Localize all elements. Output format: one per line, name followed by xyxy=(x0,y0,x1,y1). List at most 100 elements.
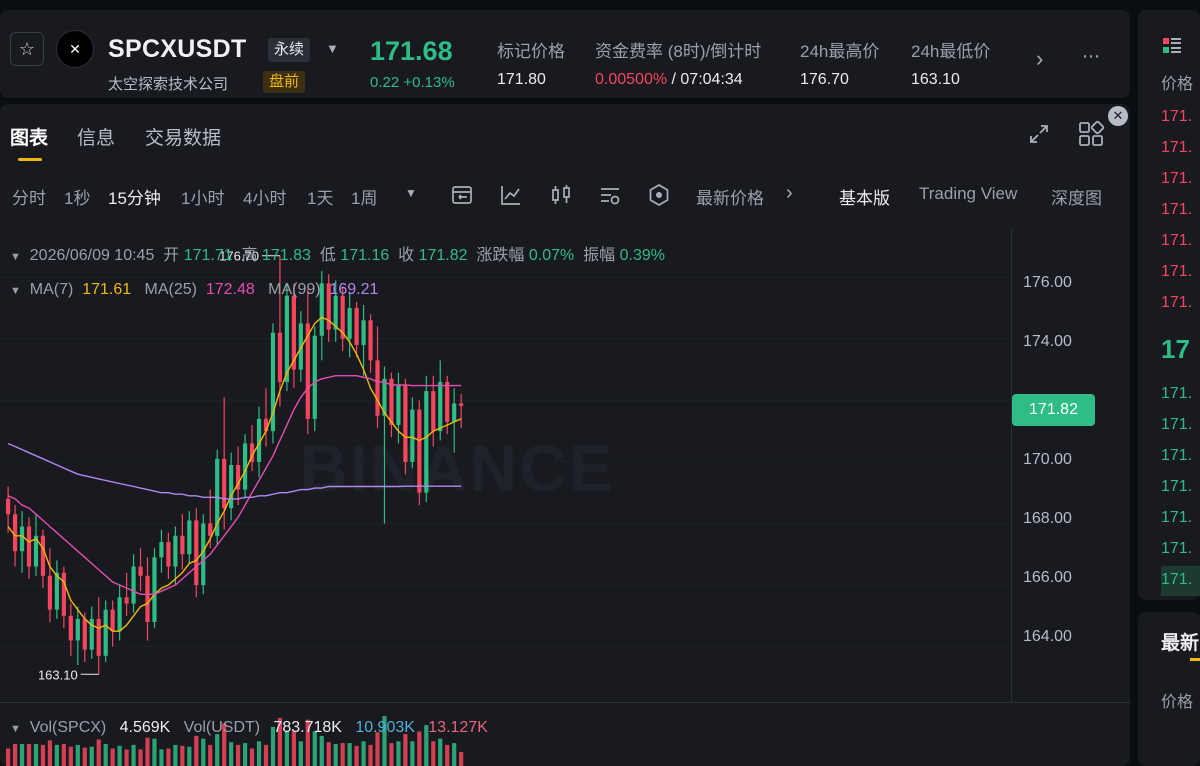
orderbook-ask-price[interactable]: 171. xyxy=(1161,108,1192,126)
candle[interactable] xyxy=(131,554,136,613)
ohlc-collapse-chevron-icon[interactable]: ▼ xyxy=(10,251,21,263)
candlestick-icon[interactable] xyxy=(549,183,573,207)
orderbook-view-icon[interactable] xyxy=(1162,36,1182,56)
candle[interactable] xyxy=(47,548,53,622)
candle[interactable] xyxy=(459,394,464,429)
indicator-settings-icon[interactable] xyxy=(450,183,474,207)
more-options-icon[interactable]: ⋯ xyxy=(1082,46,1101,67)
orderbook-bid-price[interactable]: 171. xyxy=(1161,385,1192,403)
mode-tradingview[interactable]: Trading View xyxy=(919,184,1017,204)
candle[interactable] xyxy=(89,606,94,659)
candle[interactable] xyxy=(124,572,129,616)
interval-4h[interactable]: 4小时 xyxy=(243,184,286,209)
interval-1d[interactable]: 1天 xyxy=(307,184,333,209)
draw-tools-icon[interactable] xyxy=(598,183,622,207)
symbol-dropdown-chevron-down-icon[interactable]: ▼ xyxy=(326,41,339,56)
candle[interactable] xyxy=(354,301,359,358)
interval-1w[interactable]: 1周 xyxy=(351,184,377,209)
recent-trades-tab[interactable]: 最新 xyxy=(1161,628,1199,655)
expand-icon[interactable] xyxy=(1027,122,1051,146)
candle[interactable] xyxy=(375,326,380,429)
orderbook-bid-price[interactable]: 171. xyxy=(1161,509,1192,527)
candle[interactable] xyxy=(270,323,276,444)
candle[interactable] xyxy=(110,600,115,647)
candle[interactable] xyxy=(368,314,373,373)
candle[interactable] xyxy=(180,514,185,570)
candle[interactable] xyxy=(291,283,296,389)
orderbook-bid-price[interactable]: 171. xyxy=(1161,447,1192,465)
candle[interactable] xyxy=(312,326,317,432)
tab-chart[interactable]: 图表 xyxy=(10,123,48,150)
price-type-selector[interactable]: 最新价格 xyxy=(696,184,764,209)
orderbook-bid-price[interactable]: 171. xyxy=(1161,416,1192,434)
candle[interactable] xyxy=(166,532,171,579)
candle[interactable] xyxy=(194,508,199,598)
chart-settings-hexagon-icon[interactable] xyxy=(647,183,671,207)
low-24h-label: 24h最低价 xyxy=(911,42,991,61)
funding-rate-label[interactable]: 资金费率 (8时)/倒计时 xyxy=(595,37,761,62)
interval-15m[interactable]: 15分钟 xyxy=(108,184,161,209)
candle[interactable] xyxy=(263,388,269,447)
candle[interactable] xyxy=(96,597,101,675)
ma-collapse-chevron-icon[interactable]: ▼ xyxy=(10,285,21,297)
orderbook-ask-price[interactable]: 171. xyxy=(1161,263,1192,281)
candle[interactable] xyxy=(68,603,73,656)
interval-1s[interactable]: 1秒 xyxy=(64,184,90,209)
orderbook-bid-price[interactable]: 171. xyxy=(1161,478,1192,496)
orderbook-ask-price[interactable]: 171. xyxy=(1161,232,1192,250)
candle[interactable] xyxy=(173,526,178,586)
candle[interactable] xyxy=(403,378,408,475)
interval-more-chevron-down-icon[interactable]: ▼ xyxy=(405,186,417,200)
orderbook-ask-price[interactable]: 171. xyxy=(1161,139,1192,157)
interval-1h[interactable]: 1小时 xyxy=(181,184,224,209)
candle[interactable] xyxy=(382,366,387,524)
candle[interactable] xyxy=(187,511,192,564)
candle[interactable] xyxy=(347,292,352,358)
contract-type-badge: 永续 xyxy=(268,38,311,62)
candlestick-chart[interactable]: 176.70163.10 xyxy=(0,228,1011,702)
symbol-name[interactable]: SPCXUSDT xyxy=(108,35,247,64)
candle[interactable] xyxy=(152,548,157,629)
tab-info[interactable]: 信息 xyxy=(77,123,115,150)
candle[interactable] xyxy=(75,606,80,666)
scroll-right-chevron-icon[interactable]: › xyxy=(1036,46,1043,72)
volume-bar xyxy=(138,749,143,766)
line-chart-icon[interactable] xyxy=(499,183,523,207)
candle[interactable] xyxy=(389,372,394,438)
candle[interactable] xyxy=(229,452,234,521)
candle[interactable] xyxy=(410,397,415,469)
tab-trading-data[interactable]: 交易数据 xyxy=(145,123,221,150)
candle[interactable] xyxy=(54,560,59,619)
layout-grid-icon[interactable] xyxy=(1077,120,1105,148)
orderbook-bid-price[interactable]: 171. xyxy=(1161,571,1192,589)
candle[interactable] xyxy=(305,289,310,435)
candle[interactable] xyxy=(452,388,457,453)
orderbook-ask-price[interactable]: 171. xyxy=(1161,294,1192,312)
candle[interactable] xyxy=(19,511,25,573)
candle[interactable] xyxy=(431,375,436,447)
orderbook-ask-price[interactable]: 171. xyxy=(1161,170,1192,188)
candle[interactable] xyxy=(249,424,255,472)
mode-depth[interactable]: 深度图 xyxy=(1051,184,1102,209)
candle[interactable] xyxy=(40,529,46,589)
orderbook-bid-price[interactable]: 171. xyxy=(1161,540,1192,558)
candle[interactable] xyxy=(6,486,11,533)
price-type-chevron-right-icon[interactable]: › xyxy=(786,182,793,205)
candle[interactable] xyxy=(424,375,429,502)
candle[interactable] xyxy=(236,446,241,506)
mode-basic[interactable]: 基本版 xyxy=(839,184,890,209)
favorite-star-icon[interactable]: ☆ xyxy=(10,32,44,66)
candle[interactable] xyxy=(103,600,108,662)
interval-time-sharing[interactable]: 分时 xyxy=(12,184,46,209)
candle[interactable] xyxy=(145,557,150,641)
candle[interactable] xyxy=(61,566,66,629)
candle[interactable] xyxy=(277,255,283,407)
volume-bar xyxy=(249,748,255,766)
orderbook-ask-price[interactable]: 171. xyxy=(1161,201,1192,219)
candle[interactable] xyxy=(117,585,122,641)
volume-collapse-chevron-icon[interactable]: ▼ xyxy=(10,723,21,735)
candle[interactable] xyxy=(417,400,422,506)
candle[interactable] xyxy=(26,517,32,579)
candle[interactable] xyxy=(159,529,164,573)
close-icon[interactable]: ✕ xyxy=(1108,106,1128,126)
